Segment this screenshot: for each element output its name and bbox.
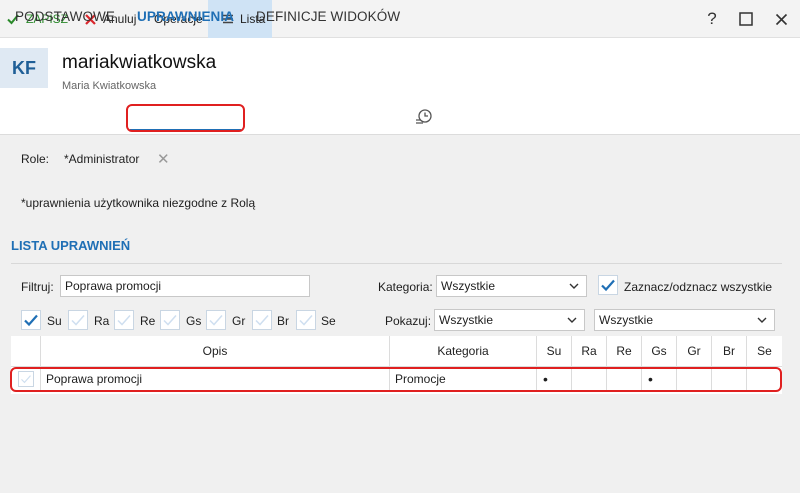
category-select-value: Wszystkie — [441, 279, 495, 293]
checkmark-icon — [163, 315, 177, 326]
tab-uprawnienia[interactable]: UPRAWNIENIA — [137, 9, 234, 24]
column-header-se[interactable]: Se — [747, 336, 782, 367]
column-header-br[interactable]: Br — [712, 336, 747, 367]
inconsistency-note: *uprawnienia użytkownika niezgodne z Rol… — [21, 196, 256, 210]
row-highlight-box — [10, 367, 782, 392]
checkmark-icon — [209, 315, 223, 326]
column-header-kategoria[interactable]: Kategoria — [390, 336, 537, 367]
checkmark-icon — [601, 279, 615, 292]
column-header-gs[interactable]: Gs — [642, 336, 677, 367]
help-icon[interactable]: ? — [697, 0, 727, 38]
section-title: LISTA UPRAWNIEŃ — [11, 238, 131, 253]
column-header-opis[interactable]: Opis — [41, 336, 390, 367]
checkmark-icon — [117, 315, 131, 326]
show-select-2[interactable]: Wszystkie — [594, 309, 775, 331]
user-login: mariakwiatkowska — [62, 52, 217, 73]
show-label: Pokazuj: — [385, 314, 432, 328]
select-column-header — [11, 336, 41, 367]
show-select-value: Wszystkie — [439, 313, 493, 327]
maximize-button[interactable] — [731, 0, 761, 38]
remove-role-icon[interactable]: ✕ — [157, 150, 170, 168]
checkbox-gs[interactable] — [160, 310, 180, 330]
column-header-su[interactable]: Su — [537, 336, 572, 367]
chevron-down-icon — [567, 317, 577, 323]
tab-podstawowe[interactable]: PODSTAWOWE — [15, 9, 115, 24]
role-label: Role: — [21, 152, 50, 166]
show-select-2-value: Wszystkie — [599, 313, 653, 327]
maximize-icon — [739, 12, 753, 26]
checkbox-su-label: Su — [47, 314, 62, 328]
column-header-ra[interactable]: Ra — [572, 336, 607, 367]
checkbox-br-label: Br — [277, 314, 289, 328]
avatar: KF — [0, 48, 48, 88]
category-select[interactable]: Wszystkie — [436, 275, 587, 297]
checkbox-ra-label: Ra — [94, 314, 110, 328]
checkbox-ra[interactable] — [68, 310, 88, 330]
chevron-down-icon — [757, 317, 767, 323]
filter-label: Filtruj: — [21, 280, 54, 294]
column-header-re[interactable]: Re — [607, 336, 642, 367]
checkbox-br[interactable] — [252, 310, 272, 330]
tab-highlight-box — [126, 104, 245, 132]
history-icon[interactable] — [415, 108, 433, 126]
section-divider — [11, 263, 782, 264]
close-icon — [775, 13, 787, 25]
checkmark-icon — [299, 315, 313, 326]
tab-definicje-widokow[interactable]: DEFINICJE WIDOKÓW — [256, 9, 400, 24]
chevron-down-icon — [569, 283, 579, 289]
checkbox-re-label: Re — [140, 314, 156, 328]
close-window-button[interactable] — [766, 0, 796, 38]
checkmark-icon — [71, 315, 85, 326]
checkbox-gs-label: Gs — [186, 314, 202, 328]
role-value: *Administrator — [64, 152, 140, 166]
checkmark-icon — [255, 315, 269, 326]
toggle-all-label: Zaznacz/odznacz wszystkie — [624, 280, 773, 294]
tab-bar — [0, 102, 800, 135]
column-header-gr[interactable]: Gr — [677, 336, 712, 367]
filter-input[interactable]: Poprawa promocji — [60, 275, 310, 297]
category-label: Kategoria: — [378, 280, 433, 294]
checkbox-gr[interactable] — [206, 310, 226, 330]
checkbox-se[interactable] — [296, 310, 316, 330]
show-select[interactable]: Wszystkie — [434, 309, 585, 331]
user-full-name: Maria Kwiatkowska — [62, 80, 157, 92]
toggle-all-checkbox[interactable] — [598, 275, 618, 295]
checkbox-su[interactable] — [21, 310, 41, 330]
checkmark-icon — [24, 314, 38, 327]
checkbox-gr-label: Gr — [232, 314, 246, 328]
checkbox-re[interactable] — [114, 310, 134, 330]
checkbox-se-label: Se — [321, 314, 336, 328]
